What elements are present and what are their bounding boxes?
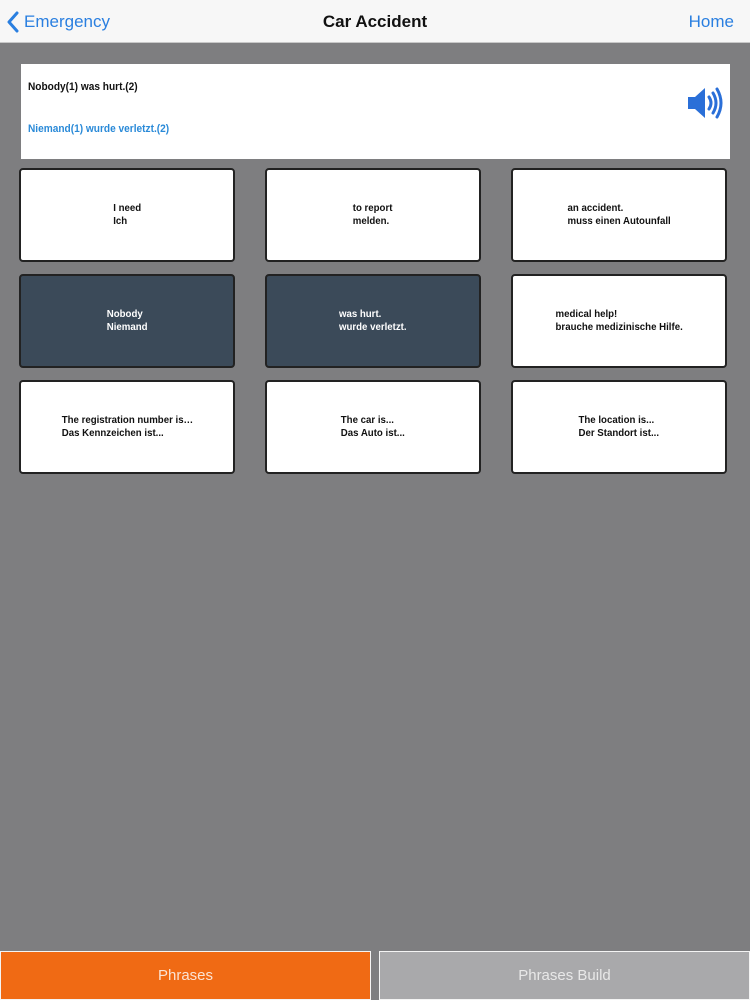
phrase-tile[interactable]: Nobody Niemand [19,274,235,368]
phrase-tile[interactable]: The car is... Das Auto ist... [265,380,481,474]
back-button[interactable]: Emergency [6,0,110,43]
phrase-german: melden. [353,215,390,227]
phrase-tile-text: was hurt. wurde verletzt. [339,308,407,334]
sentence-english: Nobody(1) was hurt.(2) [28,81,138,93]
phrase-tile-text: Nobody Niemand [107,308,148,334]
phrase-tile[interactable]: The registration number is… Das Kennzeic… [19,380,235,474]
phrase-german: brauche medizinische Hilfe. [555,321,683,333]
phrase-tile[interactable]: was hurt. wurde verletzt. [265,274,481,368]
phrase-tile-text: an accident. muss einen Autounfall [567,202,670,228]
phrase-english: medical help! [555,308,618,320]
phrase-tile[interactable]: to report melden. [265,168,481,262]
tab-phrases[interactable]: Phrases [0,951,371,1000]
phrase-german: Das Kennzeichen ist... [61,427,164,439]
phrase-tile-text: medical help! brauche medizinische Hilfe… [555,308,682,334]
phrase-tile[interactable]: medical help! brauche medizinische Hilfe… [511,274,727,368]
home-button[interactable]: Home [689,0,734,43]
phrase-english: The registration number is… [61,414,193,426]
phrase-german: Das Auto ist... [340,427,406,439]
phrase-english: was hurt. [339,308,382,320]
phrase-tile-text: The location is... Der Standort ist... [579,414,660,440]
phrase-german: Der Standort ist... [578,427,660,439]
phrase-english: I need [113,202,141,214]
phrase-english: The car is... [340,414,395,426]
phrase-english: an accident. [567,202,624,214]
sentence-german: Niemand(1) wurde verletzt.(2) [28,123,170,135]
phrase-tile[interactable]: an accident. muss einen Autounfall [511,168,727,262]
sentence-panel: Nobody(1) was hurt.(2) Niemand(1) wurde … [21,64,730,159]
phrase-tile-text: The registration number is… Das Kennzeic… [61,414,193,440]
phrase-german: Niemand [106,321,148,333]
phrase-german: Ich [113,215,127,227]
chevron-left-icon [7,11,19,32]
phrase-english: Nobody [106,308,143,320]
phrase-english: to report [353,202,393,214]
phrase-tile-text: The car is... Das Auto ist... [341,414,405,440]
phrase-tile-text: I need Ich [113,202,141,228]
phrase-english: The location is... [578,414,655,426]
phrase-german: wurde verletzt. [339,321,407,333]
phrase-tile-text: to report melden. [353,202,393,228]
page-title: Car Accident [322,12,428,31]
navigation-bar: Emergency Car Accident Home [0,0,750,43]
speaker-icon[interactable] [686,86,724,120]
phrase-tile[interactable]: I need Ich [19,168,235,262]
phrase-german: muss einen Autounfall [567,215,671,227]
back-button-label: Emergency [24,11,110,31]
tab-phrases-build[interactable]: Phrases Build [379,951,750,1000]
phrase-tile[interactable]: The location is... Der Standort ist... [511,380,727,474]
